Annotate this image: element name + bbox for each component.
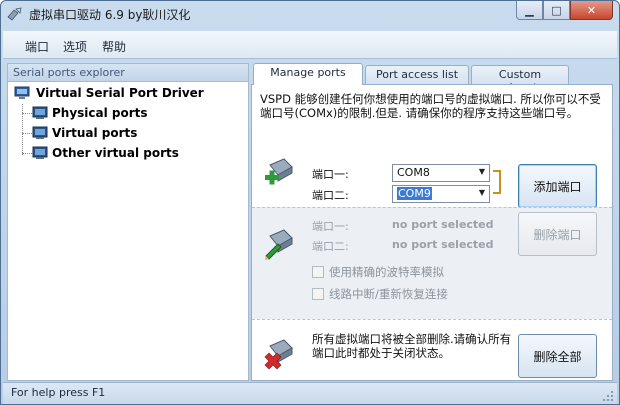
- tree-connector: [22, 152, 32, 154]
- line-break-checkbox[interactable]: 线路中断/重新恢复连接: [312, 286, 448, 302]
- remove-port1-value: no port selected: [392, 218, 494, 231]
- add-port-icon: [265, 158, 293, 185]
- status-text: For help press F1: [11, 386, 106, 399]
- port2-value: COM9: [397, 187, 432, 200]
- serial-ports-explorer: Serial ports explorer Virtual Serial Por…: [7, 63, 249, 381]
- main-panel: Manage ports Port access list Custom pin…: [251, 63, 613, 381]
- tab-strip: Manage ports Port access list Custom pin…: [251, 63, 613, 94]
- port-icon: [32, 146, 48, 159]
- add-ports-section: VSPD 能够创建任何你想使用的端口号的虚拟端口. 所以你可以不受端口号(COM…: [252, 85, 612, 208]
- tree-item-label: Other virtual ports: [52, 146, 179, 160]
- tree-root-label: Virtual Serial Port Driver: [36, 86, 204, 100]
- delete-all-warning: 所有虚拟端口将被全部删除.请确认所有端口此时都处于关闭状态。: [312, 332, 512, 360]
- port-icon: [32, 126, 48, 139]
- maximize-icon: □: [551, 3, 562, 17]
- add-port-button[interactable]: 添加端口: [518, 164, 597, 208]
- delete-all-button[interactable]: 删除全部: [518, 334, 597, 378]
- resize-grip-icon[interactable]: [602, 390, 614, 402]
- tree-item-label: Virtual ports: [52, 126, 138, 140]
- exact-baudrate-checkbox[interactable]: 使用精确的波特率模拟: [312, 264, 444, 280]
- tree-connector: [22, 112, 32, 114]
- close-icon: ✕: [586, 3, 597, 17]
- checkbox-box: [312, 266, 324, 278]
- checkbox-box: [312, 288, 324, 300]
- tree-item-physical-ports[interactable]: Physical ports: [22, 106, 148, 120]
- port1-value: COM8: [397, 166, 430, 179]
- tree-item-label: Physical ports: [52, 106, 148, 120]
- menu-ports[interactable]: 端口: [25, 38, 49, 55]
- line-break-label: 线路中断/重新恢复连接: [329, 287, 448, 301]
- edit-port-icon: [265, 229, 293, 260]
- tab-port-access-list[interactable]: Port access list: [365, 65, 469, 85]
- title-bar[interactable]: 虚拟串口驱动 6.9 by耿川汉化 ▁ □ ✕: [1, 1, 619, 29]
- app-window: 虚拟串口驱动 6.9 by耿川汉化 ▁ □ ✕ 端口 选项 帮助 Serial …: [0, 0, 620, 405]
- add-port2-label: 端口二:: [312, 189, 349, 202]
- chevron-down-icon: ▼: [478, 188, 485, 197]
- tree-root[interactable]: Virtual Serial Port Driver: [14, 86, 204, 100]
- remove-ports-section: 端口一: 端口二: no port selected no port selec…: [252, 207, 612, 319]
- remove-port2-label: 端口二:: [312, 240, 349, 253]
- tab-custom-pinout[interactable]: Custom pinout: [471, 65, 569, 94]
- port2-select[interactable]: COM9 ▼: [392, 185, 490, 203]
- minimize-icon: ▁: [525, 3, 534, 17]
- tab-manage-ports[interactable]: Manage ports: [253, 63, 363, 85]
- manage-ports-page: VSPD 能够创建任何你想使用的端口号的虚拟端口. 所以你可以不受端口号(COM…: [251, 84, 613, 381]
- remove-port-button[interactable]: 删除端口: [518, 212, 597, 256]
- menu-help[interactable]: 帮助: [102, 38, 126, 55]
- delete-all-section: 所有虚拟端口将被全部删除.请确认所有端口此时都处于关闭状态。 删除全部: [252, 319, 612, 380]
- pair-bracket: [493, 170, 501, 194]
- maximize-button[interactable]: □: [543, 1, 570, 20]
- minimize-button[interactable]: ▁: [516, 1, 543, 20]
- tree-item-other-virtual-ports[interactable]: Other virtual ports: [22, 146, 179, 160]
- app-icon: [7, 7, 22, 21]
- exact-baudrate-label: 使用精确的波特率模拟: [329, 265, 444, 279]
- explorer-header: Serial ports explorer: [8, 64, 248, 82]
- delete-port-icon: [264, 339, 293, 370]
- chevron-down-icon: ▼: [478, 167, 485, 176]
- remove-port1-label: 端口一:: [312, 220, 349, 233]
- caption-buttons: ▁ □ ✕: [516, 1, 613, 21]
- tree-item-virtual-ports[interactable]: Virtual ports: [22, 126, 137, 140]
- window-title: 虚拟串口驱动 6.9 by耿川汉化: [29, 8, 191, 22]
- port1-select[interactable]: COM8 ▼: [392, 164, 490, 182]
- menu-bar: 端口 选项 帮助: [3, 31, 617, 59]
- computer-icon: [14, 86, 30, 99]
- close-button[interactable]: ✕: [570, 1, 613, 20]
- add-port1-label: 端口一:: [312, 168, 349, 181]
- port-icon: [32, 106, 48, 119]
- description-text: VSPD 能够创建任何你想使用的端口号的虚拟端口. 所以你可以不受端口号(COM…: [260, 92, 601, 120]
- menu-options[interactable]: 选项: [63, 38, 87, 55]
- tree-connector: [22, 132, 32, 134]
- remove-port2-value: no port selected: [392, 238, 494, 251]
- status-bar: For help press F1: [3, 382, 617, 404]
